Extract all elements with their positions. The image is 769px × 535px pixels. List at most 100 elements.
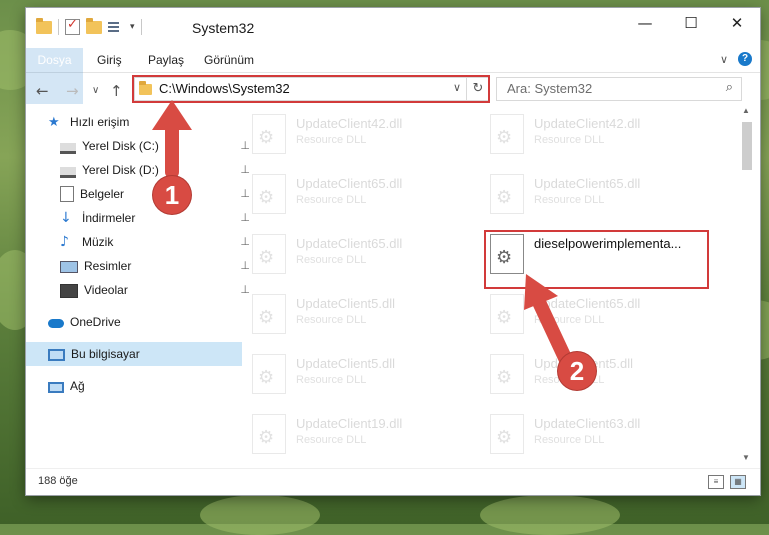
file-item[interactable]: UpdateClient19.dll Resource DLL [222, 410, 452, 462]
file-type: Resource DLL [296, 134, 367, 146]
sidebar-item-label: Ağ [70, 379, 85, 393]
sidebar-item-label: Belgeler [80, 187, 125, 201]
dll-file-icon [252, 354, 286, 394]
download-icon: ↓ [60, 210, 72, 226]
forward-button[interactable]: → [66, 82, 79, 100]
sidebar-item-onedrive[interactable]: OneDrive [26, 310, 242, 334]
close-button[interactable]: ✕ [714, 8, 760, 38]
file-type: Resource DLL [296, 374, 367, 386]
new-folder-icon[interactable] [86, 17, 102, 34]
sidebar-item-network[interactable]: Ağ [26, 374, 242, 398]
file-name: UpdateClient5.dll [296, 296, 396, 311]
music-icon: ♪ [60, 234, 69, 250]
back-button[interactable]: ← [36, 82, 49, 100]
file-item[interactable]: UpdateClient42.dll Resource DLL [222, 110, 452, 166]
scroll-up-icon[interactable]: ▲ [742, 106, 750, 115]
documents-icon [60, 186, 74, 202]
file-name: UpdateClient5.dll [296, 356, 396, 371]
file-item[interactable]: UpdateClient65.dll Resource DLL [222, 230, 452, 286]
file-name: UpdateClient65.dll [534, 296, 641, 311]
sidebar-item-quick-access[interactable]: ★ Hızlı erişim [26, 110, 242, 134]
sidebar-item-label: Yerel Disk (D:) [82, 163, 159, 177]
file-item[interactable]: UpdateClient42.dll Resource DLL [460, 110, 690, 166]
file-item[interactable]: UpdateClient65.dll Resource DLL [460, 170, 690, 226]
dll-file-icon [490, 354, 524, 394]
ribbon-expand-icon[interactable]: ∨ [720, 53, 728, 66]
callout-step-2: 2 [558, 352, 596, 390]
search-input[interactable]: Ara: System32 [507, 81, 592, 96]
customize-dropdown-icon[interactable]: ▾ [130, 22, 135, 32]
dll-file-icon [490, 174, 524, 214]
details-view-icon[interactable]: ≡ [708, 475, 724, 489]
search-icon[interactable]: ⌕ [726, 80, 733, 95]
title-bar: ▾ System32 — ☐ ✕ [26, 8, 760, 48]
sidebar-item-label: Müzik [82, 235, 114, 249]
sidebar-item-label: İndirmeler [82, 211, 136, 225]
vertical-scrollbar[interactable]: ▲ ▼ [740, 106, 754, 462]
network-icon [48, 382, 64, 393]
sidebar-item-music[interactable]: ♪ Müzik ⊥ [26, 230, 254, 254]
toolbar-divider [58, 19, 59, 35]
sidebar-item-label: OneDrive [70, 315, 121, 329]
navigation-bar: ← → ∨ ↑ C:\Windows\System32 ∨ ↻ Ara: Sys… [26, 73, 760, 107]
file-item[interactable]: UpdateClient5.dll Resource DLL [222, 350, 452, 406]
file-type: Resource DLL [296, 314, 367, 326]
file-name: UpdateClient63.dll [534, 416, 641, 431]
file-item[interactable]: UpdateClient63.dll Resource DLL [460, 410, 690, 462]
item-count: 188 öğe [38, 475, 78, 487]
drive-icon [60, 142, 76, 154]
videos-icon [60, 283, 78, 298]
file-type: Resource DLL [296, 254, 367, 266]
sidebar-item-label: Resimler [84, 259, 132, 273]
recent-locations-button[interactable]: ∨ [92, 85, 99, 96]
file-name: UpdateClient65.dll [296, 176, 403, 191]
maximize-button[interactable]: ☐ [668, 8, 714, 38]
properties-check-icon[interactable] [65, 17, 80, 35]
file-name: UpdateClient42.dll [296, 116, 403, 131]
cloud-icon [48, 319, 64, 328]
file-item[interactable]: UpdateClient65.dll Resource DLL [460, 290, 690, 346]
file-name: UpdateClient65.dll [534, 176, 641, 191]
help-icon[interactable]: ? [738, 52, 752, 66]
ribbon-right-controls: ∨ ? [720, 52, 752, 66]
large-icons-view-icon[interactable]: ▦ [730, 475, 746, 489]
sidebar-item-videos[interactable]: Videolar ⊥ [26, 278, 254, 302]
file-item[interactable]: UpdateClient65.dll Resource DLL [222, 170, 452, 226]
sidebar-item-pictures[interactable]: Resimler ⊥ [26, 254, 254, 278]
up-button[interactable]: ↑ [110, 82, 123, 100]
file-explorer-window: ▾ System32 — ☐ ✕ Dosya Giriş Paylaş Görü… [26, 8, 760, 495]
sidebar-item-label: Hızlı erişim [70, 115, 130, 129]
sidebar-item-this-pc[interactable]: Bu bilgisayar [26, 342, 242, 366]
sidebar-item-local-disk-d[interactable]: Yerel Disk (D:) ⊥ [26, 158, 254, 182]
scroll-down-icon[interactable]: ▼ [742, 453, 750, 462]
navigation-pane: ★ Hızlı erişim Yerel Disk (C:) ⊥ Yerel D… [26, 106, 250, 462]
minimize-button[interactable]: — [622, 8, 668, 38]
tab-share[interactable]: Paylaş [148, 48, 184, 72]
dll-file-icon [252, 414, 286, 454]
file-item[interactable]: UpdateClient5.dll Resource DLL [222, 290, 452, 346]
dll-file-icon [490, 294, 524, 334]
tab-view[interactable]: Görünüm [204, 48, 254, 72]
scrollbar-thumb[interactable] [742, 122, 752, 170]
search-box[interactable]: Ara: System32 ⌕ [496, 77, 742, 101]
file-type: Resource DLL [534, 194, 605, 206]
status-bar: 188 öğe ≡ ▦ [26, 468, 760, 495]
file-type: Resource DLL [296, 434, 367, 446]
sidebar-item-label: Bu bilgisayar [71, 347, 140, 361]
properties-icon[interactable] [108, 20, 124, 34]
file-name: UpdateClient42.dll [534, 116, 641, 131]
sidebar-item-documents[interactable]: Belgeler ⊥ [26, 182, 254, 206]
tab-home[interactable]: Giriş [97, 48, 122, 72]
sidebar-item-local-disk-c[interactable]: Yerel Disk (C:) ⊥ [26, 134, 254, 158]
toolbar-divider [140, 19, 142, 35]
file-name: UpdateClient65.dll [296, 236, 403, 251]
file-highlight-box [484, 230, 709, 289]
window-controls: — ☐ ✕ [622, 8, 760, 38]
dll-file-icon [252, 234, 286, 274]
sidebar-item-downloads[interactable]: ↓ İndirmeler ⊥ [26, 206, 254, 230]
folder-icon [36, 17, 52, 34]
dll-file-icon [490, 414, 524, 454]
sidebar-item-label: Yerel Disk (C:) [82, 139, 159, 153]
dll-file-icon [490, 114, 524, 154]
dll-file-icon [252, 174, 286, 214]
